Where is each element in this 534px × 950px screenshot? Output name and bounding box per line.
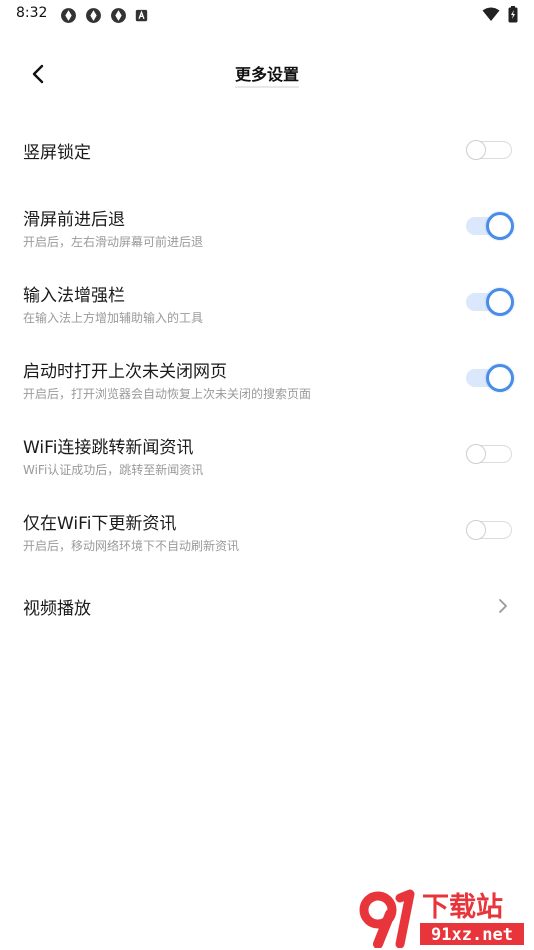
status-icons-left xyxy=(60,7,148,24)
watermark-brand: 下载站 xyxy=(422,892,503,923)
setting-portrait-lock[interactable]: 竖屏锁定 xyxy=(0,112,534,188)
wifi-only-update-toggle[interactable] xyxy=(466,518,512,542)
restore-tabs-toggle[interactable] xyxy=(466,364,514,392)
setting-title: 仅在WiFi下更新资讯 xyxy=(23,514,177,534)
setting-title: 竖屏锁定 xyxy=(23,143,91,163)
header: 更多设置 xyxy=(0,50,534,96)
setting-ime-bar[interactable]: 输入法增强栏 在输入法上方增加辅助输入的工具 xyxy=(0,264,534,340)
setting-title: 视频播放 xyxy=(23,599,91,619)
sync-icon xyxy=(111,8,126,23)
sync-icon xyxy=(86,8,101,23)
status-icons-right xyxy=(482,6,518,23)
setting-restore-tabs[interactable]: 启动时打开上次未关闭网页 开启后，打开浏览器会自动恢复上次未关闭的搜索页面 xyxy=(0,340,534,416)
setting-subtitle: 开启后，移动网络环境下不自动刷新资讯 xyxy=(23,539,240,553)
setting-subtitle: 开启后，左右滑动屏幕可前进后退 xyxy=(23,235,204,249)
watermark-91-icon xyxy=(359,889,415,948)
setting-wifi-news[interactable]: WiFi连接跳转新闻资讯 WiFi认证成功后，跳转至新闻资讯 xyxy=(0,416,534,492)
settings-list: 竖屏锁定 滑屏前进后退 开启后，左右滑动屏幕可前进后退 输入法增强栏 在输入法上… xyxy=(0,112,534,644)
setting-video-playback[interactable]: 视频播放 xyxy=(0,568,534,644)
setting-title: WiFi连接跳转新闻资讯 xyxy=(23,438,194,458)
a-badge-icon xyxy=(135,9,148,22)
setting-subtitle: WiFi认证成功后，跳转至新闻资讯 xyxy=(23,463,204,477)
setting-wifi-only-update[interactable]: 仅在WiFi下更新资讯 开启后，移动网络环境下不自动刷新资讯 xyxy=(0,492,534,568)
setting-title: 启动时打开上次未关闭网页 xyxy=(23,362,227,382)
wifi-news-toggle[interactable] xyxy=(466,442,512,466)
setting-subtitle: 在输入法上方增加辅助输入的工具 xyxy=(23,311,204,325)
watermark-logo: 下载站 91xz.net xyxy=(359,889,524,948)
watermark-domain: 91xz.net xyxy=(431,925,513,945)
battery-charging-icon xyxy=(508,6,518,23)
setting-swipe-nav[interactable]: 滑屏前进后退 开启后，左右滑动屏幕可前进后退 xyxy=(0,188,534,264)
setting-title: 滑屏前进后退 xyxy=(23,210,125,230)
status-time: 8:32 xyxy=(16,5,48,21)
chevron-right-icon xyxy=(499,599,507,613)
sync-icon xyxy=(61,8,76,23)
swipe-nav-toggle[interactable] xyxy=(466,212,514,240)
ime-bar-toggle[interactable] xyxy=(466,288,514,316)
wifi-icon xyxy=(482,7,500,21)
page-title: 更多设置 xyxy=(0,61,534,88)
setting-title: 输入法增强栏 xyxy=(23,286,125,306)
portrait-lock-toggle[interactable] xyxy=(466,138,512,162)
status-bar: 8:32 xyxy=(0,0,534,30)
setting-subtitle: 开启后，打开浏览器会自动恢复上次未关闭的搜索页面 xyxy=(23,387,312,401)
